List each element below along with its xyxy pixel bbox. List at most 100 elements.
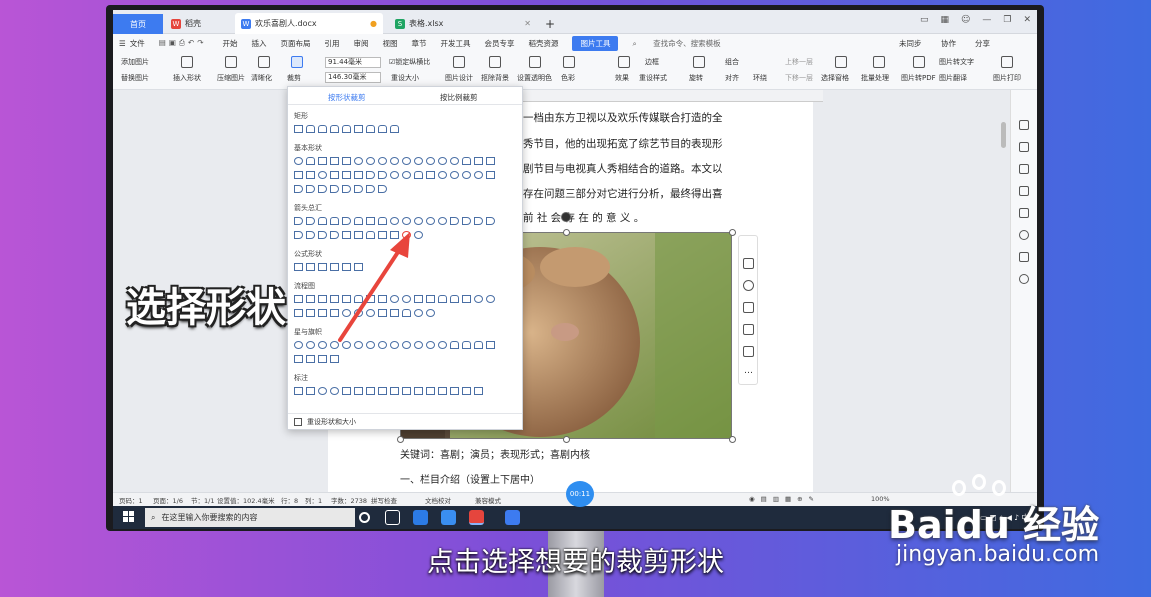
shape-item[interactable] bbox=[426, 341, 435, 349]
tab-crop-by-ratio[interactable]: 按比例裁剪 bbox=[440, 92, 478, 103]
shape-item[interactable] bbox=[426, 171, 435, 179]
word-app-icon[interactable] bbox=[505, 510, 520, 525]
shape-item[interactable] bbox=[294, 355, 303, 363]
more-icon[interactable]: … bbox=[744, 366, 753, 376]
shape-item[interactable] bbox=[294, 341, 303, 349]
shape-item[interactable] bbox=[318, 157, 327, 165]
shape-item[interactable] bbox=[354, 185, 363, 193]
shape-item[interactable] bbox=[294, 263, 303, 271]
shape-item[interactable] bbox=[378, 157, 387, 165]
shape-item[interactable] bbox=[438, 171, 447, 179]
shape-item[interactable] bbox=[426, 387, 435, 395]
comment-icon[interactable] bbox=[743, 346, 754, 357]
cortana-icon[interactable] bbox=[359, 512, 370, 523]
reset-shape-button[interactable]: 重设形状和大小 bbox=[288, 413, 522, 429]
tab-spreadsheet[interactable]: S 表格.xlsx ✕ bbox=[389, 13, 537, 34]
shape-item[interactable] bbox=[390, 171, 399, 179]
copy-icon[interactable] bbox=[743, 324, 754, 335]
effect-button[interactable]: 效果 bbox=[615, 73, 629, 83]
shape-panel-icon[interactable] bbox=[1019, 208, 1029, 218]
shape-item[interactable] bbox=[306, 355, 315, 363]
replace-picture-button[interactable]: 替换图片 bbox=[121, 73, 149, 83]
menu-item-chapter[interactable]: 章节 bbox=[411, 38, 426, 49]
reset-size-button[interactable]: 重设大小 bbox=[391, 73, 419, 83]
windows-start-icon[interactable] bbox=[123, 511, 135, 523]
tab-home[interactable]: 首页 bbox=[113, 14, 163, 34]
shape-item[interactable] bbox=[294, 387, 303, 395]
crop-button[interactable]: 裁剪 bbox=[287, 73, 301, 83]
shape-item[interactable] bbox=[426, 217, 435, 225]
location-icon[interactable] bbox=[1019, 274, 1029, 284]
shape-item[interactable] bbox=[306, 309, 315, 317]
shape-item[interactable] bbox=[318, 355, 327, 363]
bring-forward-button[interactable]: 上移一层 bbox=[785, 57, 813, 67]
to-pdf-button[interactable]: 图片转PDF bbox=[901, 73, 936, 83]
shape-item[interactable] bbox=[390, 125, 399, 133]
shape-item[interactable] bbox=[450, 217, 459, 225]
shape-item[interactable] bbox=[426, 309, 435, 317]
zoom-level[interactable]: 100% bbox=[871, 495, 890, 503]
sync-status[interactable]: 未同步 bbox=[899, 38, 922, 49]
minimize-icon[interactable]: — bbox=[982, 15, 991, 25]
add-picture-button[interactable]: 添加图片 bbox=[121, 57, 149, 67]
edge-icon[interactable] bbox=[413, 510, 428, 525]
pin-icon[interactable] bbox=[1019, 120, 1029, 130]
resize-handle-bl[interactable] bbox=[397, 436, 404, 443]
tab-document[interactable]: W 欢乐喜剧人.docx ● bbox=[235, 13, 383, 34]
shape-item[interactable] bbox=[366, 171, 375, 179]
quick-access-icons[interactable]: ▤▣⎙↶↷ bbox=[159, 38, 207, 48]
shape-item[interactable] bbox=[366, 217, 375, 225]
shape-item[interactable] bbox=[318, 263, 327, 271]
shape-item[interactable] bbox=[354, 217, 363, 225]
shape-item[interactable] bbox=[486, 171, 495, 179]
restore-icon[interactable]: ❐ bbox=[1003, 15, 1011, 25]
shape-item[interactable] bbox=[354, 157, 363, 165]
reset-style-button[interactable]: 重设样式 bbox=[639, 73, 667, 83]
shape-item[interactable] bbox=[390, 217, 399, 225]
shape-item[interactable] bbox=[330, 157, 339, 165]
share-button[interactable]: 分享 bbox=[975, 38, 990, 49]
edit-icon[interactable] bbox=[1019, 142, 1029, 152]
to-text-button[interactable]: 图片转文字 bbox=[939, 57, 974, 67]
shape-item[interactable] bbox=[330, 185, 339, 193]
shape-item[interactable] bbox=[342, 217, 351, 225]
menu-item-daoke[interactable]: 稻壳资源 bbox=[528, 38, 558, 49]
shape-item[interactable] bbox=[294, 217, 303, 225]
shape-item[interactable] bbox=[474, 341, 483, 349]
shape-item[interactable] bbox=[342, 185, 351, 193]
shape-item[interactable] bbox=[378, 171, 387, 179]
shape-item[interactable] bbox=[414, 171, 423, 179]
shape-item[interactable] bbox=[414, 387, 423, 395]
send-backward-button[interactable]: 下移一层 bbox=[785, 73, 813, 83]
shape-item[interactable] bbox=[294, 157, 303, 165]
shape-item[interactable] bbox=[318, 341, 327, 349]
menu-item-layout[interactable]: 页面布局 bbox=[280, 38, 310, 49]
shape-item[interactable] bbox=[342, 157, 351, 165]
shape-item[interactable] bbox=[474, 295, 483, 303]
shape-item[interactable] bbox=[294, 185, 303, 193]
shape-item[interactable] bbox=[414, 217, 423, 225]
shape-item[interactable] bbox=[366, 185, 375, 193]
translate-button[interactable]: 图片翻译 bbox=[939, 73, 967, 83]
shape-item[interactable] bbox=[402, 157, 411, 165]
shape-item[interactable] bbox=[318, 171, 327, 179]
shape-item[interactable] bbox=[306, 341, 315, 349]
shape-item[interactable] bbox=[294, 231, 303, 239]
select-pane-button[interactable]: 选择窗格 bbox=[821, 73, 849, 83]
shape-item[interactable] bbox=[306, 125, 315, 133]
shape-item[interactable] bbox=[462, 387, 471, 395]
shape-item[interactable] bbox=[354, 125, 363, 133]
status-words[interactable]: 字数：2738 bbox=[331, 495, 367, 505]
shape-item[interactable] bbox=[330, 387, 339, 395]
shape-item[interactable] bbox=[450, 157, 459, 165]
resize-handle-tr[interactable] bbox=[729, 229, 736, 236]
print-button[interactable]: 图片打印 bbox=[993, 73, 1021, 83]
shape-item[interactable] bbox=[450, 171, 459, 179]
shape-item[interactable] bbox=[366, 125, 375, 133]
shape-item[interactable] bbox=[450, 295, 459, 303]
color-button[interactable]: 色彩 bbox=[561, 73, 575, 83]
cursor-icon[interactable] bbox=[1019, 164, 1029, 174]
resize-handle-br[interactable] bbox=[729, 436, 736, 443]
shape-item[interactable] bbox=[306, 231, 315, 239]
command-search[interactable]: ⌕ 查找命令、搜索模板 bbox=[632, 38, 734, 49]
